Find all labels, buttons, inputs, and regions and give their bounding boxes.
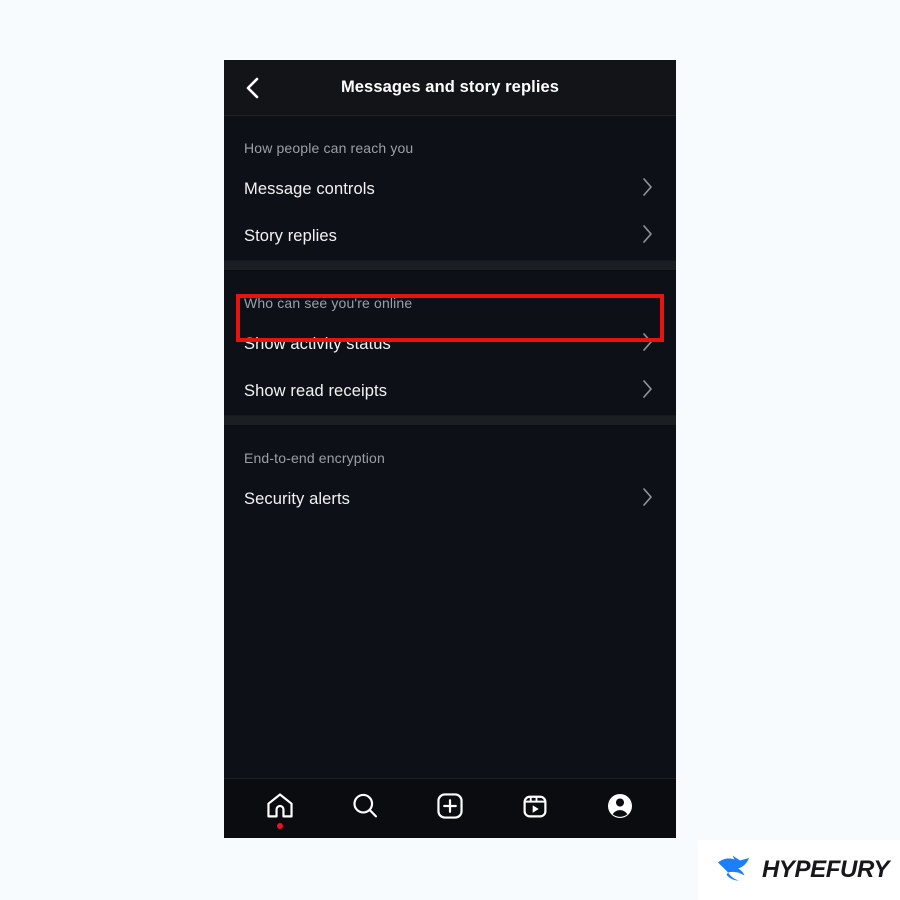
section-who-can-see-youre-online: Who can see you're online Show activity …	[224, 271, 676, 415]
row-label: Story replies	[244, 227, 338, 245]
row-show-activity-status[interactable]: Show activity status	[224, 321, 676, 368]
home-icon	[265, 791, 295, 826]
bottom-navigation-bar	[224, 778, 676, 838]
row-label: Show read receipts	[244, 382, 388, 400]
chevron-left-icon	[243, 76, 263, 100]
section-end-to-end-encryption: End-to-end encryption Security alerts	[224, 426, 676, 523]
row-label: Show activity status	[244, 335, 391, 353]
nav-item-home[interactable]	[253, 783, 307, 835]
chevron-right-icon	[641, 224, 654, 249]
chevron-right-icon	[641, 487, 654, 512]
chevron-right-icon	[641, 332, 654, 357]
profile-avatar-icon	[605, 791, 635, 826]
nav-item-profile[interactable]	[593, 783, 647, 835]
row-security-alerts[interactable]: Security alerts	[224, 476, 676, 523]
nav-item-create[interactable]	[423, 783, 477, 835]
row-show-read-receipts[interactable]: Show read receipts	[224, 368, 676, 415]
row-message-controls[interactable]: Message controls	[224, 166, 676, 213]
section-divider	[224, 415, 676, 426]
section-how-people-can-reach-you: How people can reach you Message control…	[224, 116, 676, 342]
back-button[interactable]	[230, 60, 276, 116]
row-label: Security alerts	[244, 490, 351, 508]
search-icon	[350, 791, 380, 826]
phone-screen: Messages and story replies How people ca…	[224, 60, 676, 838]
settings-content: How people can reach you Message control…	[224, 116, 676, 778]
reels-icon	[520, 791, 550, 826]
home-notification-badge	[277, 822, 284, 829]
section-divider	[224, 260, 676, 271]
section-header: Who can see you're online	[244, 295, 413, 311]
nav-item-reels[interactable]	[508, 783, 562, 835]
hypefury-watermark: HYPEFURY	[698, 840, 900, 900]
hypefury-bird-icon	[716, 853, 752, 888]
screen-header: Messages and story replies	[224, 60, 676, 116]
chevron-right-icon	[641, 177, 654, 202]
plus-square-icon	[435, 791, 465, 826]
nav-item-search[interactable]	[338, 783, 392, 835]
chevron-right-icon	[641, 379, 654, 404]
row-story-replies[interactable]: Story replies	[224, 213, 676, 260]
row-label: Message controls	[244, 180, 375, 198]
section-header: How people can reach you	[244, 140, 414, 156]
hypefury-wordmark: HYPEFURY	[762, 856, 890, 883]
screenshot-canvas: Messages and story replies How people ca…	[0, 0, 900, 900]
section-header: End-to-end encryption	[244, 450, 385, 466]
empty-space	[224, 523, 676, 778]
page-title: Messages and story replies	[340, 78, 560, 96]
